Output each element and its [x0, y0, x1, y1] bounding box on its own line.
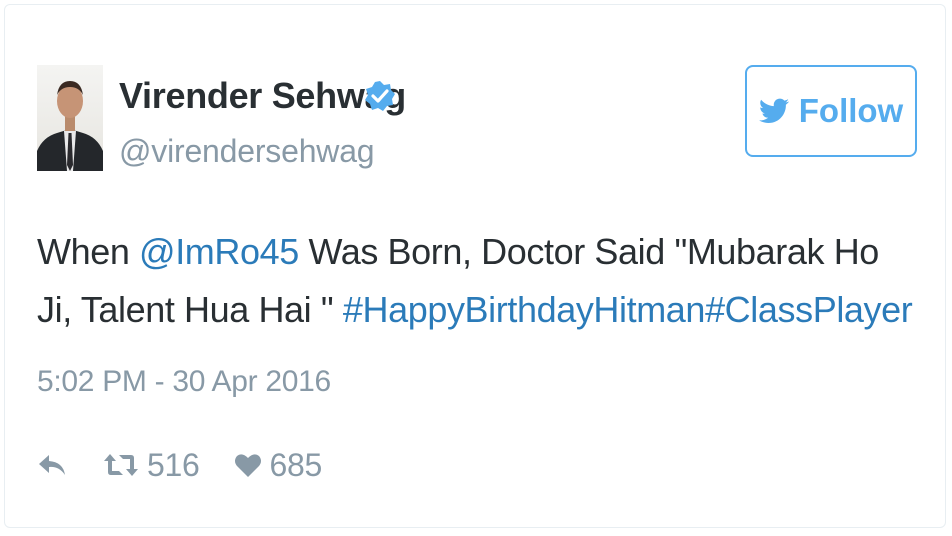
like-button[interactable]: 685 [234, 446, 323, 484]
tweet-text: When @ImRo45 Was Born, Doctor Said "Muba… [37, 223, 917, 339]
author-handle[interactable]: @virendersehwag [119, 133, 375, 170]
retweet-button[interactable]: 516 [103, 447, 200, 484]
tweet-timestamp[interactable]: 5:02 PM - 30 Apr 2016 [37, 365, 331, 399]
mention-link[interactable]: @ImRo45 [139, 231, 299, 272]
tweet-card: Virender Sehwag @virendersehwag Follow W… [4, 4, 946, 528]
twitter-bird-icon [758, 98, 789, 124]
tweet-text-part1: When [37, 231, 140, 272]
retweet-icon [103, 451, 139, 479]
reply-button[interactable] [37, 452, 67, 478]
reply-icon [37, 452, 67, 478]
follow-button[interactable]: Follow [745, 65, 917, 157]
tweet-actions: 516 685 [37, 443, 322, 487]
heart-icon [234, 452, 262, 478]
like-count: 685 [269, 446, 323, 483]
hashtag-link-happybirthdayhitman[interactable]: #HappyBirthdayHitman [343, 289, 706, 330]
avatar[interactable] [37, 65, 103, 171]
follow-button-label: Follow [798, 92, 904, 129]
hashtag-link-classplayer[interactable]: #ClassPlayer [705, 289, 913, 330]
retweet-count: 516 [147, 446, 200, 483]
verified-badge-icon [363, 79, 397, 113]
